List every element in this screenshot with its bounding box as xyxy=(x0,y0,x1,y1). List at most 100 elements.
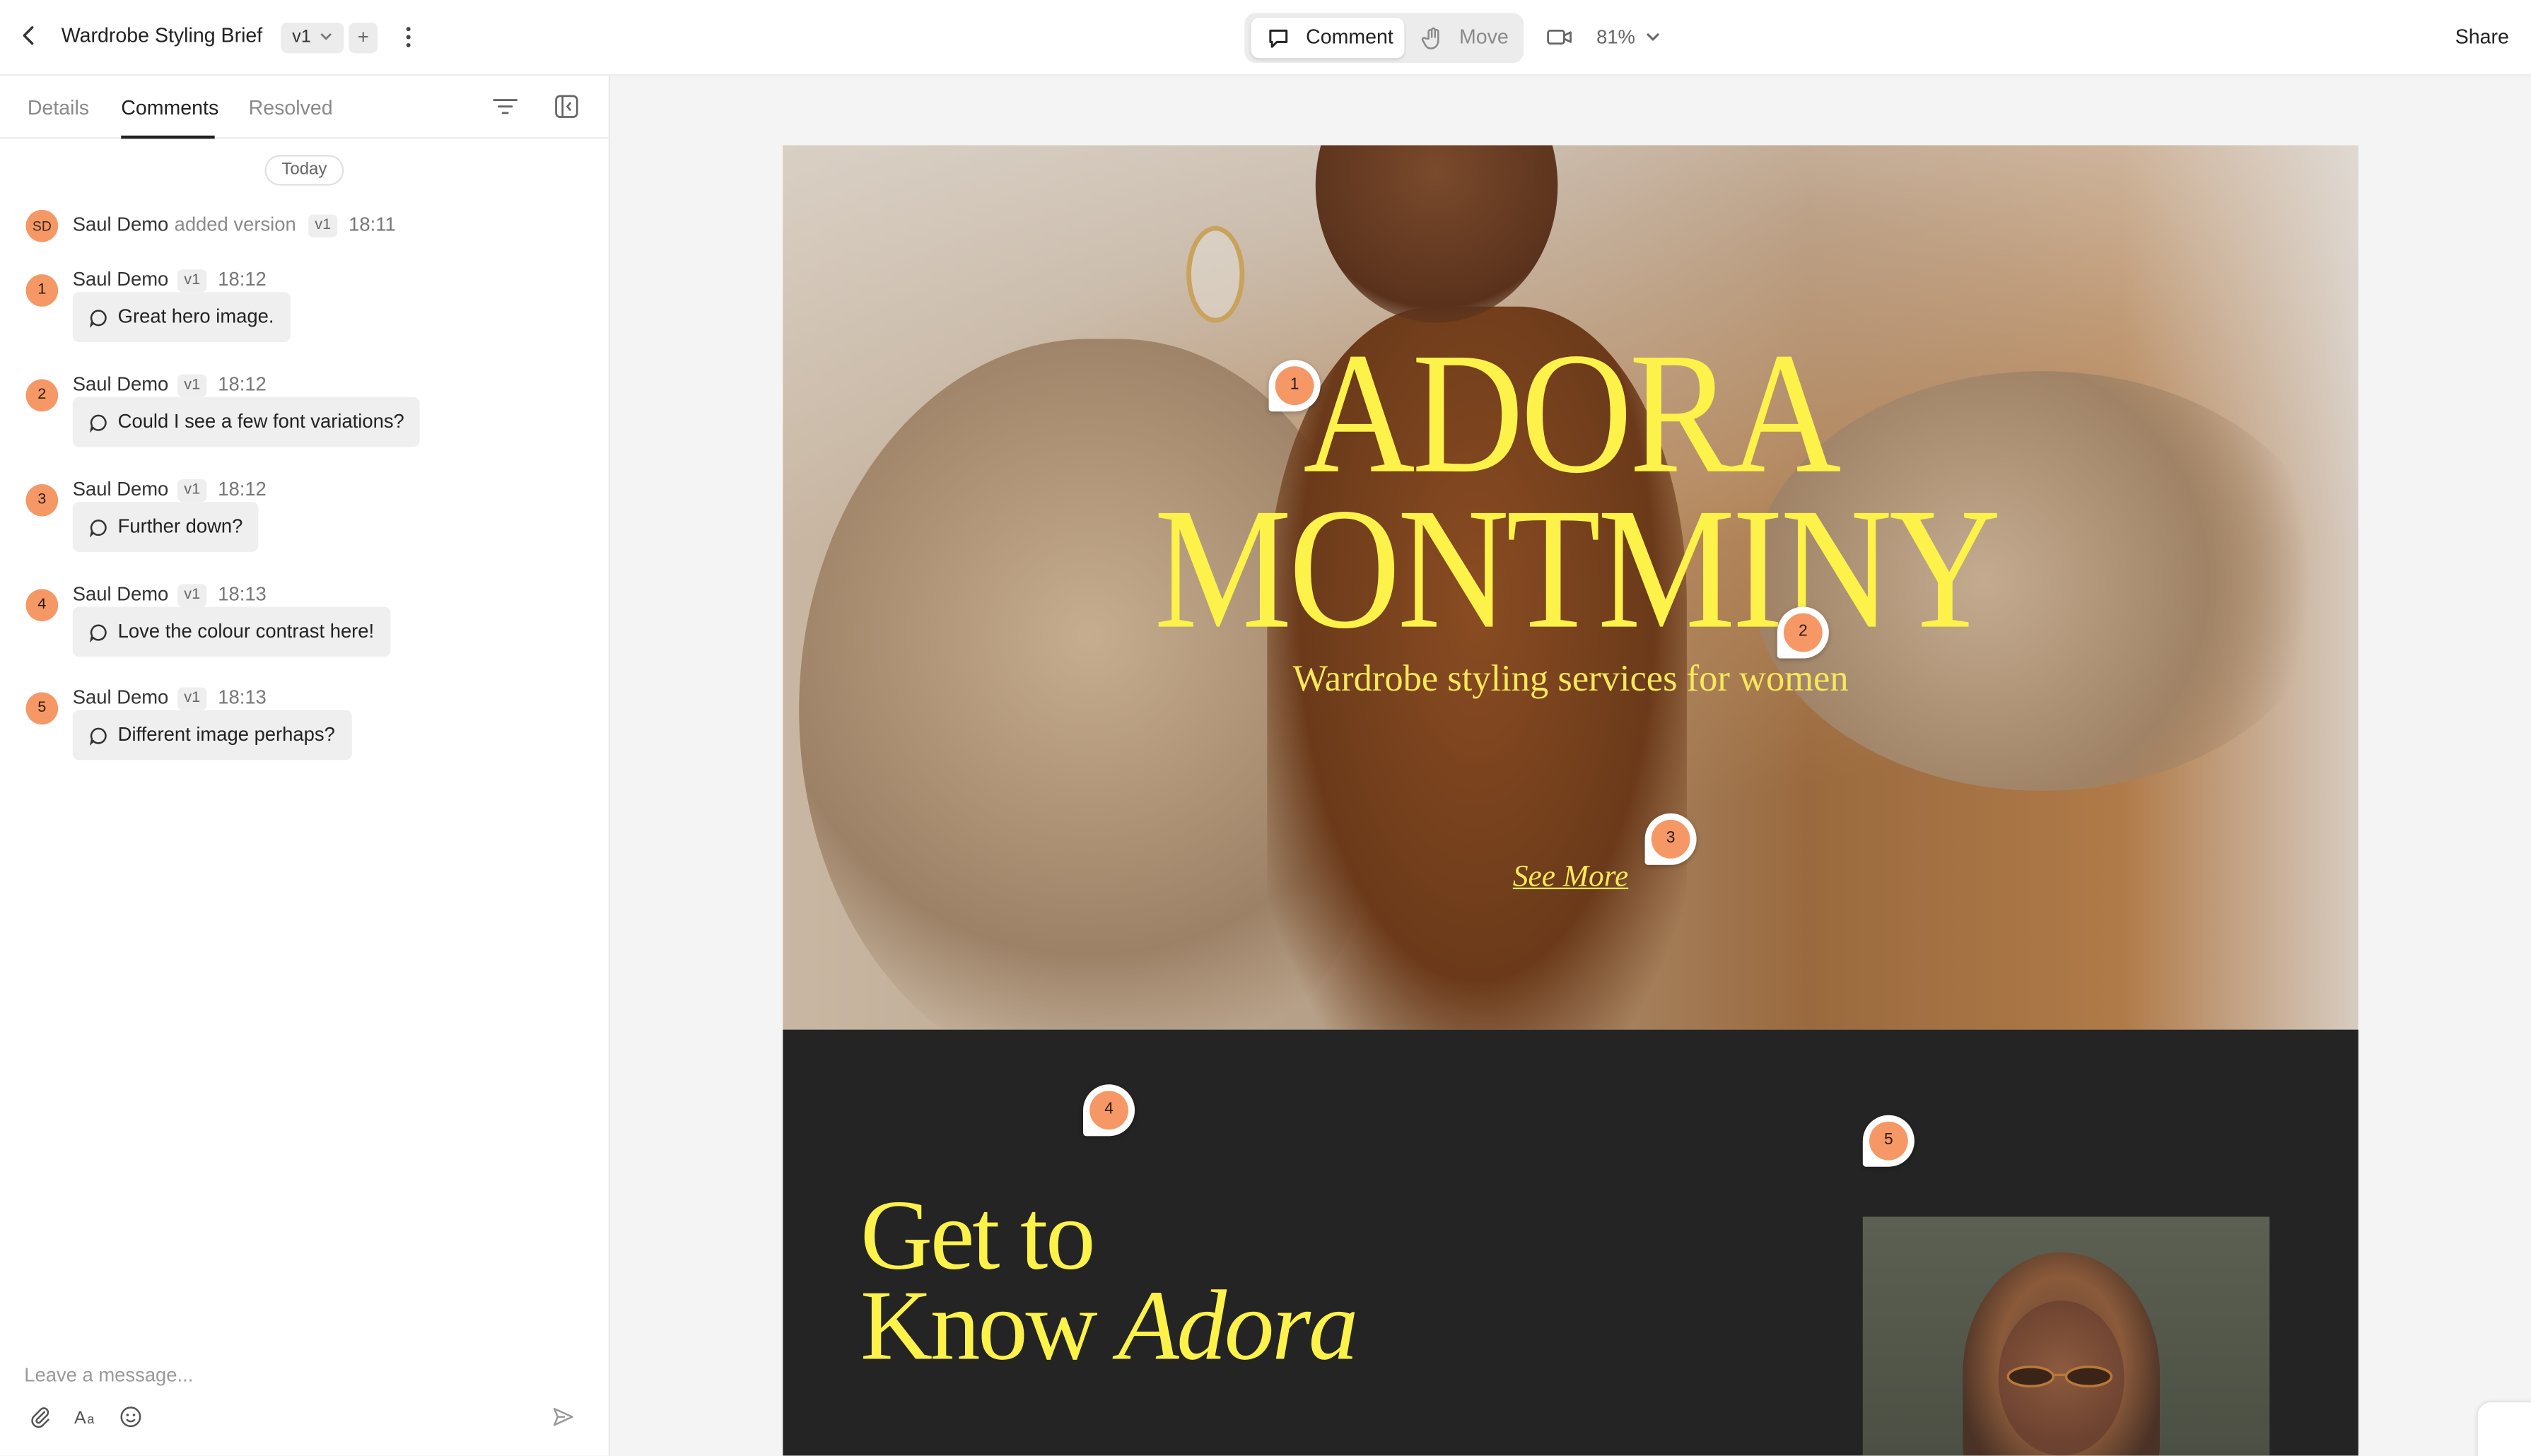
version-tag: v1 xyxy=(177,374,207,397)
tab-resolved[interactable]: Resolved xyxy=(249,97,333,119)
comment-pin[interactable]: 4 xyxy=(1083,1084,1135,1137)
speech-bubble-icon xyxy=(90,727,107,746)
version-dropdown[interactable]: v1 xyxy=(281,22,344,54)
version-tag: v1 xyxy=(177,479,207,503)
comment-thread[interactable]: 4 Saul Demo v1 18:13 Love the colour con… xyxy=(25,582,575,683)
text-format-icon[interactable]: Aa xyxy=(74,1406,100,1436)
panel-collapse-icon[interactable] xyxy=(554,93,580,127)
hero-section: ADORA MONTMINY Wardrobe styling services… xyxy=(783,145,2358,1030)
comment-pin[interactable]: 5 xyxy=(1862,1115,1915,1167)
move-mode-button[interactable]: Move xyxy=(1413,18,1519,58)
move-mode-label: Move xyxy=(1459,25,1509,49)
comment-bubble[interactable]: Different image perhaps? xyxy=(72,710,351,761)
about-title-line-1: Get to xyxy=(860,1181,1096,1291)
send-icon[interactable] xyxy=(552,1406,575,1436)
svg-text:A: A xyxy=(74,1408,86,1428)
mode-switch: Comment Move xyxy=(1244,13,1524,64)
comment-pin-number: 5 xyxy=(1869,1121,1908,1161)
comment-author: Saul Demo xyxy=(72,582,169,606)
comment-number-badge: 5 xyxy=(25,692,59,725)
speech-bubble-icon xyxy=(90,310,107,328)
comment-text: Could I see a few font variations? xyxy=(117,409,404,433)
comments-sidebar: Details Comments Resolved Today SD Saul … xyxy=(0,76,611,1456)
speech-bubble-icon xyxy=(90,414,107,433)
comment-pin[interactable]: 1 xyxy=(1268,360,1321,412)
comment-time: 18:12 xyxy=(218,372,267,396)
activity-user: Saul Demo xyxy=(72,213,169,236)
comment-mode-button[interactable]: Comment xyxy=(1251,18,1405,59)
comment-thread[interactable]: 2 Saul Demo v1 18:12 Could I see a few f… xyxy=(25,372,575,473)
see-more-link[interactable]: See More xyxy=(1490,860,1651,896)
video-camera-icon[interactable] xyxy=(1546,26,1572,57)
hero-subtitle: Wardrobe styling services for women xyxy=(1292,658,1849,699)
add-version-button[interactable]: + xyxy=(349,22,378,54)
comment-text: Different image perhaps? xyxy=(117,722,335,746)
comment-text: Love the colour contrast here! xyxy=(117,619,375,642)
kebab-icon[interactable] xyxy=(399,23,418,52)
comment-time: 18:12 xyxy=(218,477,267,500)
comment-time: 18:13 xyxy=(218,582,267,606)
hero-image-earring xyxy=(1186,225,1245,323)
chevron-down-icon xyxy=(1646,33,1660,42)
tab-details[interactable]: Details xyxy=(28,97,89,119)
svg-text:a: a xyxy=(87,1411,95,1426)
message-input[interactable] xyxy=(24,1360,509,1390)
comment-author: Saul Demo xyxy=(72,268,169,290)
zoom-level: 81% xyxy=(1596,25,1635,49)
portrait-sunglasses xyxy=(2006,1366,2113,1387)
about-title-line-2: Know xyxy=(860,1272,1118,1382)
paperclip-icon[interactable] xyxy=(29,1406,52,1436)
activity-item: SD Saul Demo added version v1 18:11 xyxy=(25,209,575,242)
comment-number-badge: 2 xyxy=(25,379,59,412)
speech-bubble-icon xyxy=(1269,29,1288,48)
sidebar-tabs: Details Comments Resolved xyxy=(0,76,611,139)
hero-title-line-1: ADORA xyxy=(1303,315,1841,510)
comment-mode-label: Comment xyxy=(1306,25,1393,49)
comment-author: Saul Demo xyxy=(72,372,169,396)
comment-pin-number: 1 xyxy=(1275,366,1314,406)
comment-text: Further down? xyxy=(117,515,243,538)
tab-comments[interactable]: Comments xyxy=(121,97,218,119)
comment-time: 18:12 xyxy=(218,268,267,290)
version-tag: v1 xyxy=(177,584,207,607)
comment-thread[interactable]: 5 Saul Demo v1 18:13 Different image per… xyxy=(25,686,575,786)
comment-pin-number: 2 xyxy=(1783,613,1823,652)
comment-author: Saul Demo xyxy=(72,477,169,500)
comment-thread[interactable]: 1 Saul Demo v1 18:12 Great hero image. xyxy=(25,268,575,368)
share-button[interactable]: Share xyxy=(2455,26,2509,49)
hand-icon xyxy=(1421,27,1439,49)
document-title: Wardrobe Styling Brief xyxy=(61,24,263,47)
comment-number-badge: 1 xyxy=(25,274,59,307)
portrait-image xyxy=(1862,1216,2270,1456)
about-title: Get to Know Adora xyxy=(860,1181,1358,1376)
comment-author: Saul Demo xyxy=(72,686,169,709)
comment-thread[interactable]: 3 Saul Demo v1 18:12 Further down? xyxy=(25,477,575,578)
top-bar: Wardrobe Styling Brief v1 + Comment Move… xyxy=(0,0,2531,76)
comment-bubble[interactable]: Could I see a few font variations? xyxy=(72,397,421,447)
hero-title-line-2: MONTMINY xyxy=(1154,471,2001,665)
chevron-left-icon[interactable] xyxy=(19,23,45,52)
smiley-icon[interactable] xyxy=(119,1406,142,1436)
comment-text: Great hero image. xyxy=(117,305,274,328)
about-title-emphasis: Adora xyxy=(1118,1272,1358,1382)
comment-pin[interactable]: 3 xyxy=(1644,813,1697,865)
filter-icon[interactable] xyxy=(492,95,518,126)
chevron-down-icon xyxy=(320,33,332,40)
comment-bubble[interactable]: Love the colour contrast here! xyxy=(72,606,390,657)
comment-time: 18:13 xyxy=(218,686,267,709)
version-tag: v1 xyxy=(177,269,207,293)
comment-pin[interactable]: 2 xyxy=(1777,606,1829,659)
activity-action: added version xyxy=(174,213,296,236)
day-separator: Today xyxy=(264,155,344,186)
artboard: ADORA MONTMINY Wardrobe styling services… xyxy=(783,145,2358,1456)
comment-bubble[interactable]: Further down? xyxy=(72,502,259,552)
speech-bubble-icon xyxy=(90,624,107,642)
design-canvas[interactable]: ADORA MONTMINY Wardrobe styling services… xyxy=(612,76,2531,1456)
floating-panel-edge xyxy=(2477,1402,2531,1456)
speech-bubble-icon xyxy=(90,519,107,538)
zoom-dropdown[interactable]: 81% xyxy=(1596,25,1660,49)
avatar: SD xyxy=(25,209,59,242)
comment-pin-number: 3 xyxy=(1651,819,1690,859)
about-section: Get to Know Adora xyxy=(783,1029,2358,1456)
comment-bubble[interactable]: Great hero image. xyxy=(72,292,291,343)
